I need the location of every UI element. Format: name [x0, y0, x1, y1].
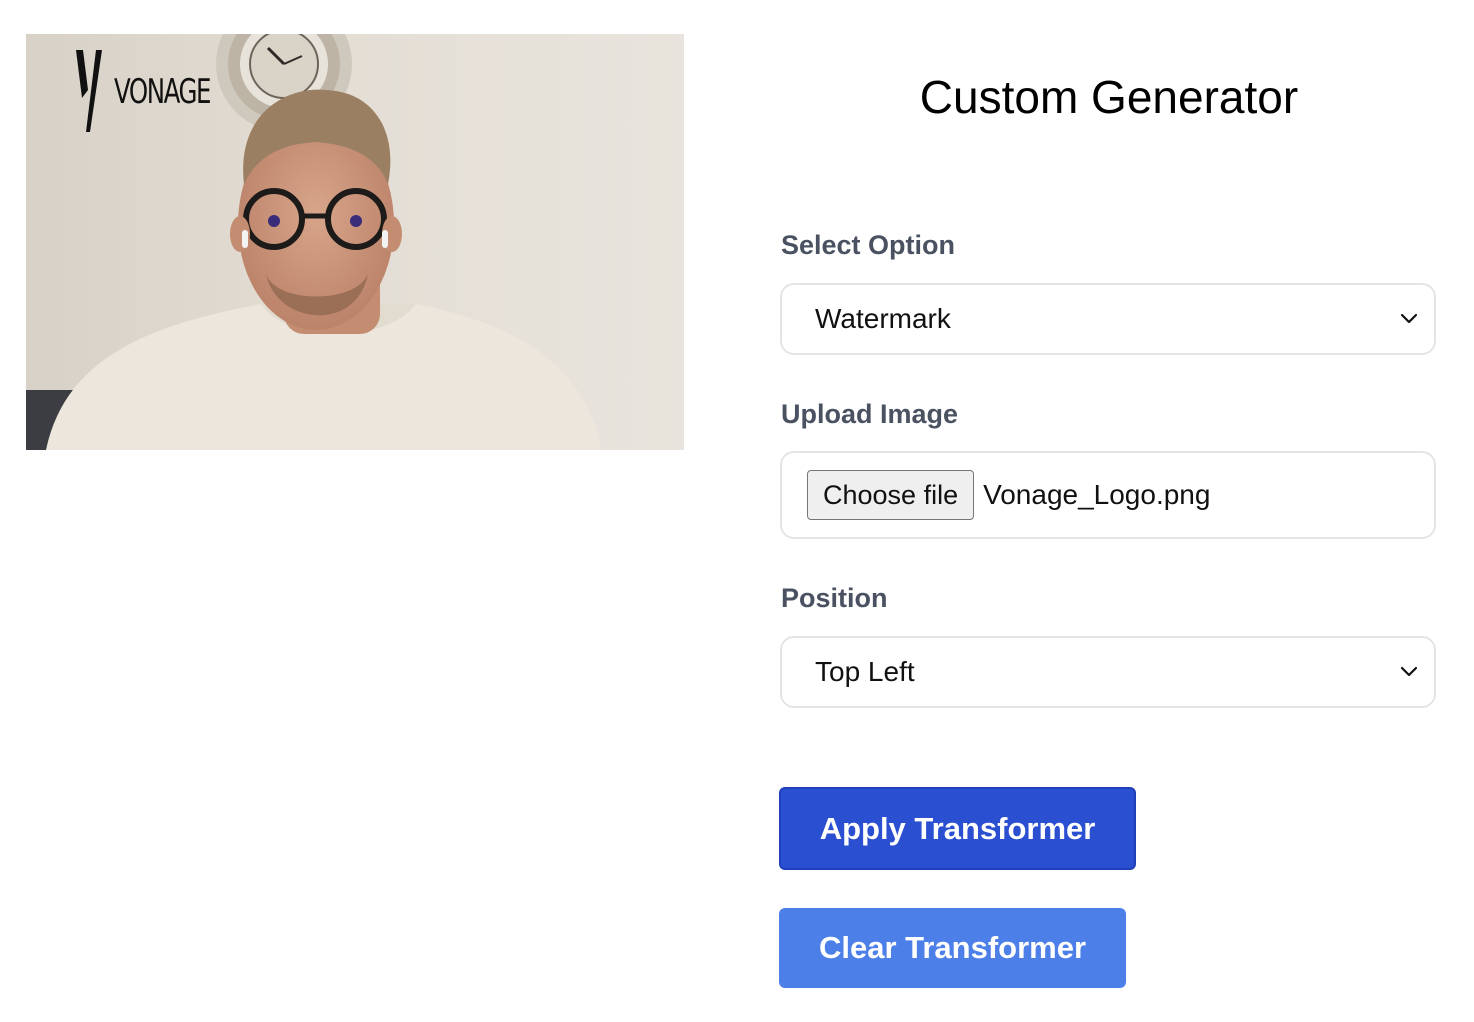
select-option-label: Select Option: [781, 230, 956, 260]
position-value: Top Left: [815, 656, 915, 687]
camera-preview: VONAGE: [26, 34, 684, 450]
selected-file-name: Vonage_Logo.png: [983, 479, 1211, 510]
page: VONAGE Custom Generator Select Option Wa…: [0, 0, 1474, 1022]
select-option-value: Watermark: [815, 303, 951, 334]
watermark-logo: VONAGE: [74, 44, 247, 134]
chevron-down-icon: [1400, 313, 1418, 324]
position-label: Position: [781, 583, 888, 613]
watermark-text: VONAGE: [114, 72, 211, 112]
page-title: Custom Generator: [919, 71, 1299, 123]
vonage-logo-icon: [76, 50, 102, 132]
select-option-dropdown[interactable]: Watermark: [780, 283, 1436, 355]
chevron-down-icon: [1400, 666, 1418, 677]
choose-file-button[interactable]: Choose file: [807, 470, 975, 520]
apply-transformer-button[interactable]: Apply Transformer: [779, 787, 1136, 870]
upload-image-field[interactable]: Choose file Vonage_Logo.png: [780, 451, 1436, 539]
clear-transformer-button[interactable]: Clear Transformer: [779, 908, 1126, 988]
position-dropdown[interactable]: Top Left: [780, 636, 1436, 708]
upload-image-label: Upload Image: [781, 399, 959, 429]
